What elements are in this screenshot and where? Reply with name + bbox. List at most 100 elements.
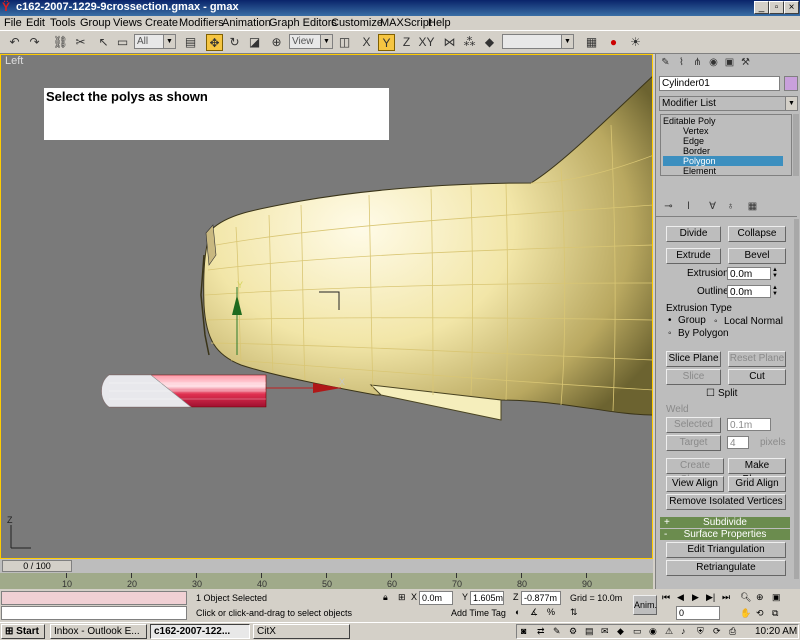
subdivide-rollout[interactable]: + Subdivide xyxy=(660,517,790,528)
radio-by-polygon-icon[interactable]: ◦ xyxy=(668,328,672,339)
absolute-mode-icon[interactable]: ⊞ xyxy=(398,592,406,603)
target-pixels-field[interactable]: 4 xyxy=(727,436,749,449)
stack-item-vertex[interactable]: Vertex xyxy=(683,126,709,136)
menu-maxscript[interactable]: MAXScript xyxy=(380,16,432,30)
display-tab-icon[interactable]: ▣ xyxy=(723,56,736,69)
extrusion-spinner-icon[interactable]: ▲ ▼ xyxy=(771,267,779,280)
make-unique-icon[interactable]: ∀ xyxy=(706,200,719,213)
stack-item-border[interactable]: Border xyxy=(683,146,710,156)
time-slider-knob[interactable]: 0 / 100 xyxy=(2,560,72,572)
arc-rotate-icon[interactable]: ⟲ xyxy=(756,608,764,619)
stack-scrollbar[interactable] xyxy=(793,114,799,176)
taskbar-item-citx[interactable]: CitX xyxy=(253,624,350,639)
current-frame-field[interactable]: 0 xyxy=(676,606,720,620)
menu-file[interactable]: File xyxy=(4,16,22,30)
snap-toggle-icon[interactable]: ◐ xyxy=(515,607,520,617)
make-planar-button[interactable]: Make Planar xyxy=(728,458,786,485)
tray-sync-icon[interactable]: ⟳ xyxy=(713,626,721,637)
menu-create[interactable]: Create xyxy=(145,16,178,30)
named-selection-dropdown[interactable]: ▼ xyxy=(502,34,574,49)
slice-button[interactable]: Slice xyxy=(666,369,721,385)
undo-icon[interactable]: ↶ xyxy=(6,34,23,51)
restrict-z-icon[interactable]: Z xyxy=(398,34,415,51)
reset-plane-button[interactable]: Reset Plane xyxy=(728,351,786,367)
viewport-left[interactable]: Left Y X Z Select the polys as shown xyxy=(0,54,653,559)
y-coord-field[interactable]: 1.605m xyxy=(470,591,504,605)
stack-item-edge[interactable]: Edge xyxy=(683,136,704,146)
divide-button[interactable]: Divide xyxy=(666,226,721,242)
configure-sets-icon[interactable]: ▦ xyxy=(746,200,759,213)
unlink-icon[interactable]: ✂ xyxy=(72,34,89,51)
tray-printer-icon[interactable]: ⎙ xyxy=(729,626,736,637)
go-to-start-icon[interactable]: ⏮ xyxy=(662,592,670,603)
tray-mail-icon[interactable]: ✉ xyxy=(601,626,609,637)
zoom-extents-icon[interactable]: ▣ xyxy=(772,592,781,603)
tray-tool-icon[interactable]: ✎ xyxy=(553,626,561,637)
play-icon[interactable]: ▶ xyxy=(692,592,699,603)
radio-group-icon[interactable]: • xyxy=(668,315,672,326)
select-rotate-icon[interactable]: ↻ xyxy=(226,34,243,51)
minimize-button[interactable]: _ xyxy=(754,1,769,14)
view-align-button[interactable]: View Align xyxy=(666,476,724,492)
retriangulate-button[interactable]: Retriangulate xyxy=(666,560,786,576)
utilities-tab-icon[interactable]: ⚒ xyxy=(739,56,752,69)
menu-help[interactable]: Help xyxy=(428,16,451,30)
tray-settings-icon[interactable]: ⚙ xyxy=(569,626,577,637)
group-radio-label[interactable]: Group xyxy=(678,315,706,326)
region-select-icon[interactable]: ▭ xyxy=(114,34,131,51)
weld-target-button[interactable]: Target xyxy=(666,435,721,451)
spinner-snap-icon[interactable]: ⇅ xyxy=(570,607,578,618)
edit-triangulation-button[interactable]: Edit Triangulation xyxy=(666,542,786,558)
menu-graph-editors[interactable]: Graph Editors xyxy=(269,16,337,30)
animate-button[interactable]: Anim. xyxy=(633,595,657,615)
selection-filter-dropdown[interactable]: All ▼ xyxy=(134,34,176,49)
maxscript-output-field[interactable] xyxy=(1,606,187,620)
min-max-toggle-icon[interactable]: ⧉ xyxy=(772,608,778,619)
menu-modifiers[interactable]: Modifiers xyxy=(179,16,224,30)
use-pivot-icon[interactable]: ◫ xyxy=(336,34,353,51)
gmax-app-icon[interactable]: Ϋ xyxy=(2,1,14,14)
outline-spinner-icon[interactable]: ▲ ▼ xyxy=(771,285,779,298)
stack-item-polygon[interactable]: Polygon xyxy=(663,156,783,166)
remove-isolated-vertices-button[interactable]: Remove Isolated Vertices xyxy=(666,494,786,510)
modifier-list-dropdown[interactable]: Modifier List ▼ xyxy=(659,96,798,111)
weld-selected-button[interactable]: Selected xyxy=(666,417,721,433)
command-panel-scrollbar[interactable] xyxy=(794,219,799,579)
stack-item-editable-poly[interactable]: Editable Poly xyxy=(663,116,716,126)
restrict-y-icon[interactable]: Y xyxy=(378,34,395,51)
restrict-xy-icon[interactable]: XY xyxy=(418,34,435,51)
x-coord-field[interactable]: 0.0m xyxy=(419,591,453,605)
prev-frame-icon[interactable]: ◀ xyxy=(677,592,684,603)
maxscript-listener-field[interactable] xyxy=(1,591,187,605)
tray-folder-icon[interactable]: ▤ xyxy=(585,626,594,637)
split-checkbox-icon[interactable]: ☐ xyxy=(706,388,715,399)
menu-tools[interactable]: Tools xyxy=(50,16,76,30)
show-end-result-icon[interactable]: ǀ xyxy=(682,200,695,213)
menu-edit[interactable]: Edit xyxy=(26,16,45,30)
cut-button[interactable]: Cut xyxy=(728,369,786,385)
pivot-center-icon[interactable]: ⊕ xyxy=(268,34,285,51)
array-icon[interactable]: ⁂ xyxy=(461,34,478,51)
taskbar-item-gmax[interactable]: c162-2007-122... xyxy=(150,624,250,639)
pin-stack-icon[interactable]: ⊸ xyxy=(662,200,675,213)
percent-snap-icon[interactable]: % xyxy=(547,607,555,617)
extrude-button[interactable]: Extrude xyxy=(666,248,721,264)
maximize-button[interactable]: ▫ xyxy=(769,1,784,14)
angle-snap-icon[interactable]: ∡ xyxy=(530,607,538,618)
render-icon[interactable]: ● xyxy=(605,34,622,51)
tray-security-icon[interactable]: ⛨ xyxy=(697,626,704,637)
menu-customize[interactable]: Customize xyxy=(331,16,383,30)
trackbar[interactable]: 10 20 30 40 50 60 70 80 90 xyxy=(0,573,653,589)
local-normal-radio-label[interactable]: Local Normal xyxy=(724,316,783,327)
zoom-all-icon[interactable]: ⊕ xyxy=(756,592,764,603)
tray-network-icon[interactable]: ⇄ xyxy=(537,626,545,637)
tray-volume-icon[interactable]: ♪ xyxy=(681,626,686,636)
menu-group[interactable]: Group xyxy=(80,16,111,30)
collapse-button[interactable]: Collapse xyxy=(728,226,786,242)
tray-shield-icon[interactable]: ◆ xyxy=(617,626,624,637)
material-editor-icon[interactable]: ▦ xyxy=(583,34,600,51)
zoom-icon[interactable]: 🔍︎ xyxy=(740,592,751,603)
object-color-swatch[interactable] xyxy=(784,76,798,91)
go-to-end-icon[interactable]: ⏭ xyxy=(722,592,730,603)
grid-align-button[interactable]: Grid Align xyxy=(728,476,786,492)
